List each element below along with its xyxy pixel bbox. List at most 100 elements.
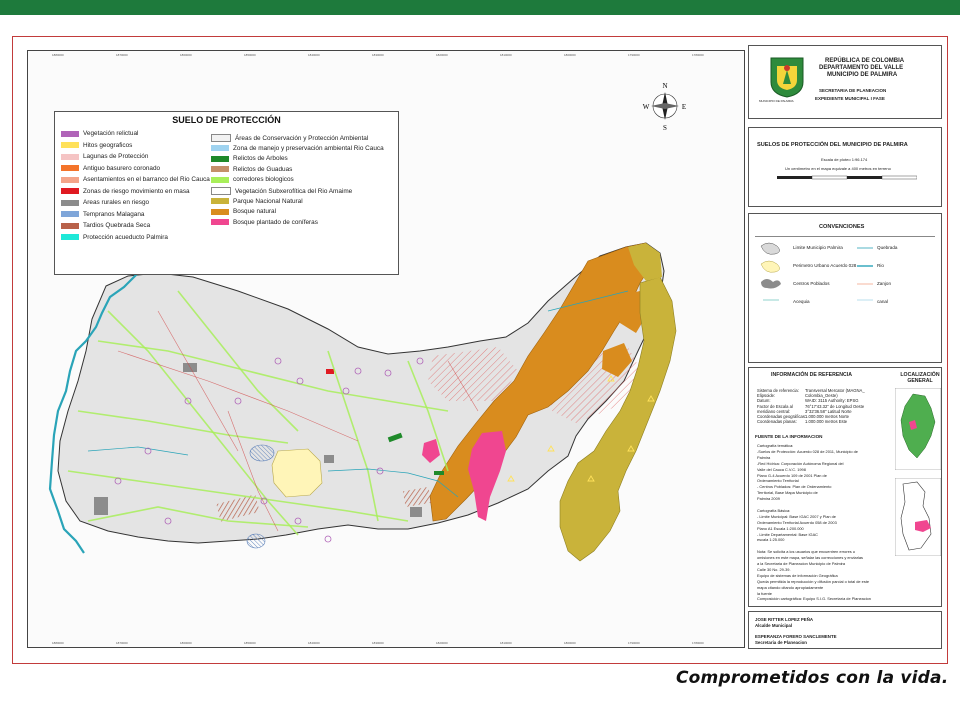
convention-label: Rio	[877, 263, 884, 268]
source-line: Nota: Se solicita a los usuarios que enc…	[757, 549, 855, 555]
legend-swatch	[61, 199, 79, 206]
legend-label: Lagunas de Protección	[83, 153, 149, 160]
legend-item: Vegetación Subxerofítica del Rio Amaime	[211, 187, 352, 195]
source-line: - Centros Poblados: Plan de Ordenamiento	[757, 484, 832, 490]
source-line: Composición cartográfica: Equipo S.I.G. …	[757, 596, 871, 602]
scale-bar	[777, 175, 917, 180]
legend-label: Bosque natural	[233, 208, 276, 216]
map-frame: 1880000 1880000 1870000 1870000 1860000 18600…	[27, 50, 745, 648]
signer2-role: Secretaria de Planeacion	[755, 640, 807, 645]
source-line: -Suelos de Protección: Acuerdo 028 de 20…	[757, 448, 858, 454]
west-label: W	[643, 103, 650, 111]
conventions-symbols	[760, 242, 873, 301]
legend-swatch	[211, 145, 229, 152]
legend-item: Parque Nacional Natural	[211, 198, 303, 205]
convention-label: Limite Municipio Palmira	[793, 245, 843, 250]
legend-swatch	[211, 187, 231, 195]
legend-label: Zona de manejo y preservación ambiental …	[233, 144, 384, 152]
source-line: escala 1:25.000	[757, 537, 785, 543]
locator-map-valle	[895, 478, 941, 556]
legend-label: Areas rurales en riesgo	[83, 199, 150, 206]
source-line: Ordenamiento Territorial Acuerdo 058 de …	[757, 519, 837, 525]
palmira-logo	[770, 57, 804, 98]
legend-swatch	[61, 211, 79, 217]
legend-swatch	[61, 188, 79, 194]
legend-label: Vegetación relictual	[83, 130, 139, 137]
legend-item: Tardios Quebrada Seca	[61, 222, 150, 229]
convention-label: Centros Poblados	[793, 281, 830, 286]
source-line: Plano G-4 Acuerdo 109 de 2001 Plan de	[757, 472, 827, 478]
legend-label: Hitos geograficos	[83, 141, 133, 149]
legend-item: Relictos de Arboles	[211, 155, 288, 162]
source-line: - Limite Municipal: Base IGAC 2007 y Pla…	[757, 513, 836, 519]
conventions-title: CONVENCIONES	[819, 224, 865, 230]
perimetro-urbano	[271, 448, 323, 498]
top-green-bar	[0, 0, 960, 15]
legend-swatch	[211, 134, 231, 142]
header-sub2: EXPEDIENTE MUNICIPAL I FASE	[815, 96, 885, 101]
legend-label: Protección acueducto Palmira	[83, 233, 168, 241]
source-line: Cartografía Básica:	[757, 507, 791, 513]
legend-item: Áreas de Conservación y Protección Ambie…	[211, 134, 368, 142]
legend-item: Bosque natural	[211, 208, 276, 215]
south-label: S	[663, 124, 667, 132]
legend-item: Areas rurales en riesgo	[61, 199, 149, 206]
legend-item: Vegetación relictual	[61, 130, 138, 137]
convention-label: Acequia	[793, 299, 810, 304]
legend-swatch	[211, 208, 229, 215]
legend-item: Bosque plantado de coníferas	[211, 219, 318, 226]
source-line: - Limite Departamental: Base IGAC	[757, 531, 818, 537]
reference-value: 1.000.000 metros Este	[805, 419, 848, 425]
source-line: Plano A1 Escala 1:200.000	[757, 525, 804, 531]
legend-swatch	[211, 166, 229, 173]
legend-swatch	[61, 153, 79, 160]
legend-item: corredores biologicos	[211, 176, 294, 183]
legend-swatch	[61, 165, 79, 171]
conventions-panel: CONVENCIONES Limite Municipio Palmira Que…	[748, 213, 942, 363]
legend-title: SUELO DE PROTECCIÓN	[172, 115, 281, 125]
source-title: FUENTE DE LA INFORMACION	[755, 434, 823, 439]
source-line: Calle 30 No. 29-39.	[757, 566, 791, 572]
header-line1: REPÚBLICA DE COLOMBIA	[825, 58, 905, 64]
logo-caption: MUNICIPIO DE PALMIRA	[759, 99, 794, 103]
legend-item: Protección acueducto Palmira	[61, 234, 168, 241]
legend-label: Tardios Quebrada Seca	[83, 222, 151, 229]
map-scale: Escala de ploteo 1:96.174	[821, 157, 868, 162]
legend-swatch	[61, 222, 79, 229]
source-line: Territorial, Base Mapa Municipio de	[757, 490, 818, 496]
convention-label: canal	[877, 299, 888, 304]
signer1-name: JOSE RITTER LOPEZ PEÑA	[755, 617, 814, 622]
header-sub1: SECRETARIA DE PLANEACION	[819, 88, 887, 93]
legend-swatch	[211, 198, 229, 205]
legend-label: Antiguo basurero coronado	[83, 164, 161, 172]
east-label: E	[682, 103, 686, 111]
source-line: Valle del Cauca C.V.C. 1998	[757, 466, 806, 472]
map-sheet: 1880000 1880000 1870000 1870000 1860000 18600…	[12, 36, 948, 664]
legend-label: Parque Nacional Natural	[233, 197, 303, 205]
source-line: Equipo de sistemas de información Geográ…	[757, 572, 838, 578]
legend-label: Tempranos Malagana	[83, 210, 145, 218]
header-panel: MUNICIPIO DE PALMIRA REPÚBLICA DE COLOMB…	[748, 45, 942, 119]
source-line: Palmira	[757, 454, 771, 460]
scale-note: Un centímetro en el mapa equivale a 400 …	[785, 166, 891, 171]
legend-label: Vegetación Subxerofítica del Rio Amaime	[235, 187, 353, 195]
source-line: mapa citando citando apropiadamente	[757, 584, 824, 590]
slogan: Comprometidos con la vida.	[676, 668, 949, 688]
convention-label: Perimetro Urbano Acuerdo 028	[793, 263, 857, 268]
legend-item: Zonas de riesgo movimiento en masa	[61, 188, 190, 195]
north-label: N	[662, 82, 667, 90]
legend-swatch	[211, 155, 229, 162]
legend-swatch	[211, 176, 229, 183]
locator-map-colombia	[895, 388, 941, 470]
legend-swatch	[211, 219, 229, 226]
legend-label: Asentamientos en el barranco del Rio Cau…	[83, 176, 210, 183]
source-line: Cartografía temática:	[757, 443, 794, 448]
signature-panel: JOSE RITTER LOPEZ PEÑA Alcalde Municipal…	[748, 611, 942, 649]
header-line2: DEPARTAMENTO DEL VALLE	[819, 65, 904, 71]
north-arrow: N S E W	[643, 82, 686, 132]
convention-label: Quebrada	[877, 245, 898, 250]
legend-label: Zonas de riesgo movimiento en masa	[83, 187, 190, 195]
map-legend: SUELO DE PROTECCIÓN Vegetación relictual…	[54, 111, 399, 275]
legend-label: Áreas de Conservación y Protección Ambie…	[235, 134, 369, 142]
legend-item: Hitos geograficos	[61, 142, 132, 149]
